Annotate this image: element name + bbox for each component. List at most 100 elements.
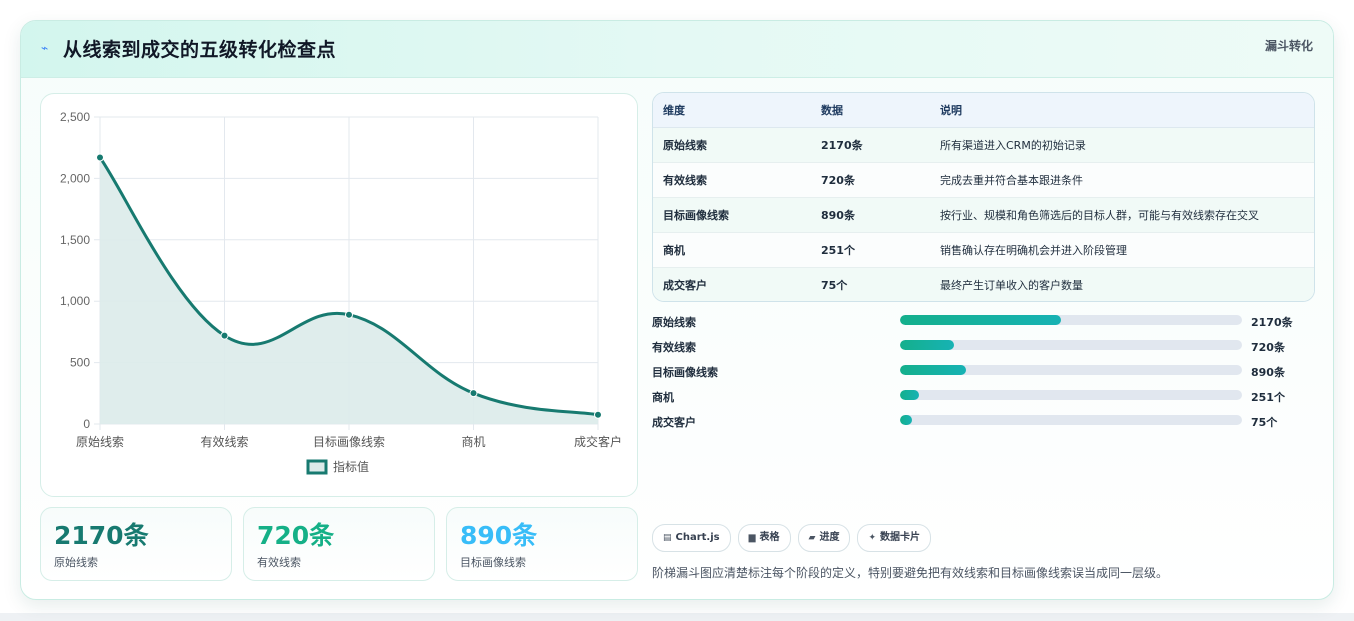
cell-dimension: 商机 — [653, 231, 811, 267]
cell-dimension: 原始线索 — [653, 126, 811, 162]
progress-list: 原始线索 2170条 有效线索 720条 目标画像线索 890条 商机 251个… — [652, 312, 1313, 437]
progress-value: 720条 — [1251, 341, 1285, 354]
legend-label: 指标值 — [333, 459, 369, 474]
progress-fill — [900, 390, 919, 400]
stat-value: 890条 — [460, 521, 538, 550]
table-header-row: 维度 数据 说明 — [653, 93, 1314, 128]
cell-data: 251个 — [811, 231, 930, 267]
page-bottom-band — [0, 613, 1354, 621]
progress-value: 890条 — [1251, 366, 1285, 379]
progress-row: 商机 251个 — [652, 387, 1313, 412]
stat-label: 目标画像线索 — [460, 556, 526, 569]
column-header-data: 数据 — [811, 93, 930, 128]
cell-dimension: 成交客户 — [653, 266, 811, 301]
chip-progress[interactable]: ▰ 进度 — [797, 524, 851, 552]
chip-label: 进度 — [819, 532, 840, 543]
progress-row: 原始线索 2170条 — [652, 312, 1313, 337]
data-point — [220, 331, 229, 340]
stat-card-raw-leads: 2170条 原始线索 — [40, 507, 232, 581]
cell-data: 2170条 — [811, 126, 930, 162]
y-tick-label: 0 — [83, 417, 90, 431]
progress-fill — [900, 340, 954, 350]
progress-fill — [900, 415, 912, 425]
stat-value: 2170条 — [54, 521, 149, 550]
chip-label: 数据卡片 — [880, 532, 921, 543]
lightning-icon: ⌁ — [41, 41, 49, 55]
tag-chip-group: ▤ Chart.js ▆ 表格 ▰ 进度 ✦ 数据卡片 — [652, 524, 938, 552]
progress-value: 75个 — [1251, 416, 1278, 429]
cell-data: 75个 — [811, 266, 930, 301]
stat-label: 原始线索 — [54, 556, 98, 569]
data-point — [96, 153, 104, 162]
data-point — [469, 389, 478, 398]
y-tick-label: 500 — [70, 356, 90, 370]
progress-row: 有效线索 720条 — [652, 337, 1313, 362]
y-tick-label: 2,000 — [60, 171, 90, 185]
table-row: 有效线索 720条 完成去重并符合基本跟进条件 — [653, 161, 1314, 197]
progress-label: 成交客户 — [652, 416, 696, 429]
chip-label: 表格 — [759, 532, 780, 543]
progress-label: 原始线索 — [652, 316, 696, 329]
data-table: 维度 数据 说明 原始线索 2170条 所有渠道进入CRM的初始记录 有效线索 … — [653, 93, 1314, 301]
panel-tag: 漏斗转化 — [1264, 39, 1313, 53]
progress-fill — [900, 365, 966, 375]
x-tick-label: 目标画像线索 — [313, 435, 385, 449]
panel-header: ⌁ 从线索到成交的五级转化检查点 漏斗转化 — [21, 21, 1333, 78]
progress-track — [900, 390, 1242, 400]
progress-row: 成交客户 75个 — [652, 412, 1313, 437]
progress-label: 目标画像线索 — [652, 366, 718, 379]
stat-label: 有效线索 — [257, 556, 301, 569]
table-row: 目标画像线索 890条 按行业、规模和角色筛选后的目标人群，可能与有效线索存在交… — [653, 196, 1314, 232]
progress-track — [900, 315, 1242, 325]
x-tick-label: 商机 — [461, 434, 485, 449]
legend-swatch — [306, 459, 328, 475]
cell-description: 最终产生订单收入的客户数量 — [930, 266, 1314, 301]
sparkle-icon: ✦ — [868, 533, 877, 543]
progress-label: 有效线索 — [652, 341, 696, 354]
cell-data: 890条 — [811, 196, 930, 232]
x-tick-label: 原始线索 — [76, 435, 124, 449]
cell-data: 720条 — [811, 161, 930, 197]
progress-value: 251个 — [1251, 391, 1285, 404]
line-chart-card: 0 500 1,000 1,500 2,000 2,500 原始线索 有效线索 目标画像线索 商机… — [40, 93, 638, 497]
cell-dimension: 有效线索 — [653, 161, 811, 197]
footnote: 阶梯漏斗图应清楚标注每个阶段的定义，特别要避免把有效线索和目标画像线索误当成同一… — [652, 566, 1169, 580]
chart-icon: ▤ — [663, 533, 672, 543]
data-table-container: 维度 数据 说明 原始线索 2170条 所有渠道进入CRM的初始记录 有效线索 … — [652, 92, 1315, 302]
stat-card-target-leads: 890条 目标画像线索 — [446, 507, 638, 581]
chip-chartjs[interactable]: ▤ Chart.js — [652, 524, 731, 552]
table-row: 商机 251个 销售确认存在明确机会并进入阶段管理 — [653, 231, 1314, 267]
table-row: 原始线索 2170条 所有渠道进入CRM的初始记录 — [653, 126, 1314, 162]
table-icon: ▆ — [748, 533, 756, 543]
cell-description: 按行业、规模和角色筛选后的目标人群，可能与有效线索存在交叉 — [930, 196, 1314, 232]
y-tick-label: 2,500 — [60, 110, 90, 124]
progress-row: 目标画像线索 890条 — [652, 362, 1313, 387]
chip-data-card[interactable]: ✦ 数据卡片 — [857, 524, 932, 552]
panel-title: 从线索到成交的五级转化检查点 — [63, 39, 337, 61]
progress-fill — [900, 315, 1062, 325]
progress-icon: ▰ — [808, 533, 816, 543]
data-point — [345, 310, 353, 319]
progress-label: 商机 — [652, 391, 674, 404]
cell-description: 销售确认存在明确机会并进入阶段管理 — [930, 231, 1314, 267]
stat-card-valid-leads: 720条 有效线索 — [243, 507, 435, 581]
cell-description: 完成去重并符合基本跟进条件 — [930, 161, 1314, 197]
column-header-description: 说明 — [930, 93, 1314, 128]
y-tick-label: 1,000 — [60, 294, 90, 308]
cell-description: 所有渠道进入CRM的初始记录 — [930, 126, 1314, 162]
x-tick-label: 有效线索 — [200, 434, 248, 449]
line-chart: 0 500 1,000 1,500 2,000 2,500 原始线索 有效线索 目标画像线索 商机… — [60, 110, 622, 475]
funnel-panel: ⌁ 从线索到成交的五级转化检查点 漏斗转化 0 500 1,000 1,500 2,00… — [20, 20, 1334, 600]
progress-track — [900, 415, 1242, 425]
chip-label: Chart.js — [675, 532, 720, 543]
column-header-dimension: 维度 — [653, 93, 811, 128]
table-row: 成交客户 75个 最终产生订单收入的客户数量 — [653, 266, 1314, 301]
progress-track — [900, 340, 1242, 350]
stat-value: 720条 — [257, 521, 335, 550]
progress-value: 2170条 — [1251, 316, 1293, 329]
chip-table[interactable]: ▆ 表格 — [737, 524, 791, 552]
cell-dimension: 目标画像线索 — [653, 196, 811, 232]
x-tick-label: 成交客户 — [574, 434, 622, 449]
y-tick-label: 1,500 — [60, 233, 90, 247]
data-point — [594, 410, 602, 419]
